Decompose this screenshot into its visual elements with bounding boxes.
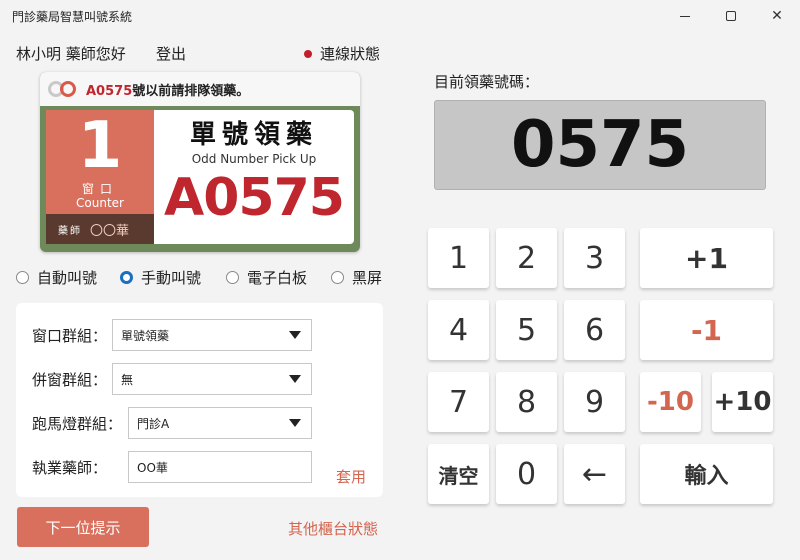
window-title: 門診藥局智慧叫號系統: [12, 10, 133, 24]
backspace-button[interactable]: ←: [564, 444, 625, 504]
key-1[interactable]: 1: [428, 228, 489, 288]
logo-icon: [48, 79, 80, 99]
sign-window-label-en: Counter: [76, 196, 124, 210]
radio-circle-icon: [226, 271, 239, 284]
connection-status[interactable]: 連線狀態: [304, 43, 380, 64]
key-5[interactable]: 5: [496, 300, 557, 360]
key-6[interactable]: 6: [564, 300, 625, 360]
clear-button[interactable]: 清空: [428, 444, 489, 504]
pharmacist-input[interactable]: OO華: [128, 451, 312, 483]
dropdown-arrow-icon: [279, 320, 311, 350]
minus-one-button[interactable]: -1: [640, 300, 773, 360]
logout-link[interactable]: 登出: [156, 43, 186, 64]
status-dot-icon: [304, 49, 312, 58]
key-2[interactable]: 2: [496, 228, 557, 288]
radio-blackscreen[interactable]: 黑屏: [331, 267, 382, 288]
current-number-display: 0575: [434, 100, 766, 190]
sign-number-panel: 單號領藥 Odd Number Pick Up A0575: [154, 110, 354, 244]
connection-status-label: 連線狀態: [320, 45, 381, 63]
key-4[interactable]: 4: [428, 300, 489, 360]
radio-circle-icon: [16, 271, 29, 284]
radio-label: 電子白板: [247, 269, 308, 287]
dropdown-arrow-icon: [279, 408, 311, 438]
key-0[interactable]: 0: [496, 444, 557, 504]
apply-link[interactable]: 套用: [336, 466, 366, 487]
key-7[interactable]: 7: [428, 372, 489, 432]
close-button[interactable]: ✕: [754, 0, 800, 32]
radio-label: 手動叫號: [141, 269, 202, 287]
key-3[interactable]: 3: [564, 228, 625, 288]
marquee-group-select[interactable]: 門診A: [128, 407, 312, 439]
radio-whiteboard[interactable]: 電子白板: [226, 267, 307, 288]
radio-circle-icon: [331, 271, 344, 284]
sign-title: 單號領藥: [189, 120, 318, 150]
sign-notice-number: A0575: [86, 83, 133, 99]
pharmacist-value: OO華: [137, 460, 168, 475]
sign-window-label: 窗口: [81, 182, 118, 196]
sign-pharmacist-name: 〇〇華: [90, 223, 130, 239]
window-group-label: 窗口群組：: [32, 326, 108, 345]
sign-number: A0575: [164, 168, 345, 228]
minimize-icon: [680, 15, 690, 17]
minus-ten-button[interactable]: -10: [640, 372, 701, 432]
merge-group-label: 併窗群組：: [32, 370, 108, 389]
sign-pharmacist: 藥師 〇〇華: [46, 214, 154, 244]
sign-notice-message: 號以前請排隊領藥。: [132, 83, 250, 99]
display-sign-preview: A0575號以前請排隊領藥。 1 窗口 Counter 藥師 〇〇華 單號領藥 …: [40, 72, 360, 252]
maximize-icon: [726, 11, 736, 21]
plus-ten-button[interactable]: +10: [712, 372, 773, 432]
dropdown-arrow-icon: [279, 364, 311, 394]
key-8[interactable]: 8: [496, 372, 557, 432]
user-greeting: 林小明 藥師您好: [16, 45, 126, 63]
pharmacist-label: 執業藥師：: [32, 458, 108, 477]
merge-group-value: 無: [121, 372, 134, 387]
sign-window-number: 1: [77, 109, 123, 183]
current-number-label: 目前領藥號碼：: [434, 73, 540, 91]
radio-circle-selected-icon: [120, 271, 133, 284]
other-counters-link[interactable]: 其他櫃台狀態: [288, 518, 378, 539]
sign-title-en: Odd Number Pick Up: [191, 152, 317, 166]
sign-notice-bar: A0575號以前請排隊領藥。: [40, 72, 360, 106]
radio-label: 自動叫號: [37, 269, 98, 287]
close-icon: ✕: [771, 8, 783, 24]
window-group-value: 單號領藥: [121, 328, 170, 343]
radio-manual-call[interactable]: 手動叫號: [120, 267, 201, 288]
window-group-select[interactable]: 單號領藥: [112, 319, 312, 351]
marquee-group-label: 跑馬燈群組：: [32, 414, 123, 433]
radio-auto-call[interactable]: 自動叫號: [16, 267, 97, 288]
enter-button[interactable]: 輸入: [640, 444, 773, 504]
radio-label: 黑屏: [352, 269, 383, 287]
next-hint-button[interactable]: 下一位提示: [17, 507, 149, 547]
plus-one-button[interactable]: +1: [640, 228, 773, 288]
sign-notice-text: A0575號以前請排隊領藥。: [86, 80, 249, 99]
minimize-button[interactable]: [662, 0, 708, 32]
sign-window-block: 1 窗口 Counter 藥師 〇〇華: [46, 110, 154, 244]
key-9[interactable]: 9: [564, 372, 625, 432]
marquee-group-value: 門診A: [137, 416, 170, 431]
mode-radio-group: 自動叫號 手動叫號 電子白板 黑屏: [16, 267, 396, 287]
merge-group-select[interactable]: 無: [112, 363, 312, 395]
maximize-button[interactable]: [708, 0, 754, 32]
title-bar: 門診藥局智慧叫號系統 ✕: [0, 0, 800, 32]
arrow-left-icon: ←: [581, 456, 608, 492]
sign-pharmacist-label: 藥師: [58, 225, 82, 237]
